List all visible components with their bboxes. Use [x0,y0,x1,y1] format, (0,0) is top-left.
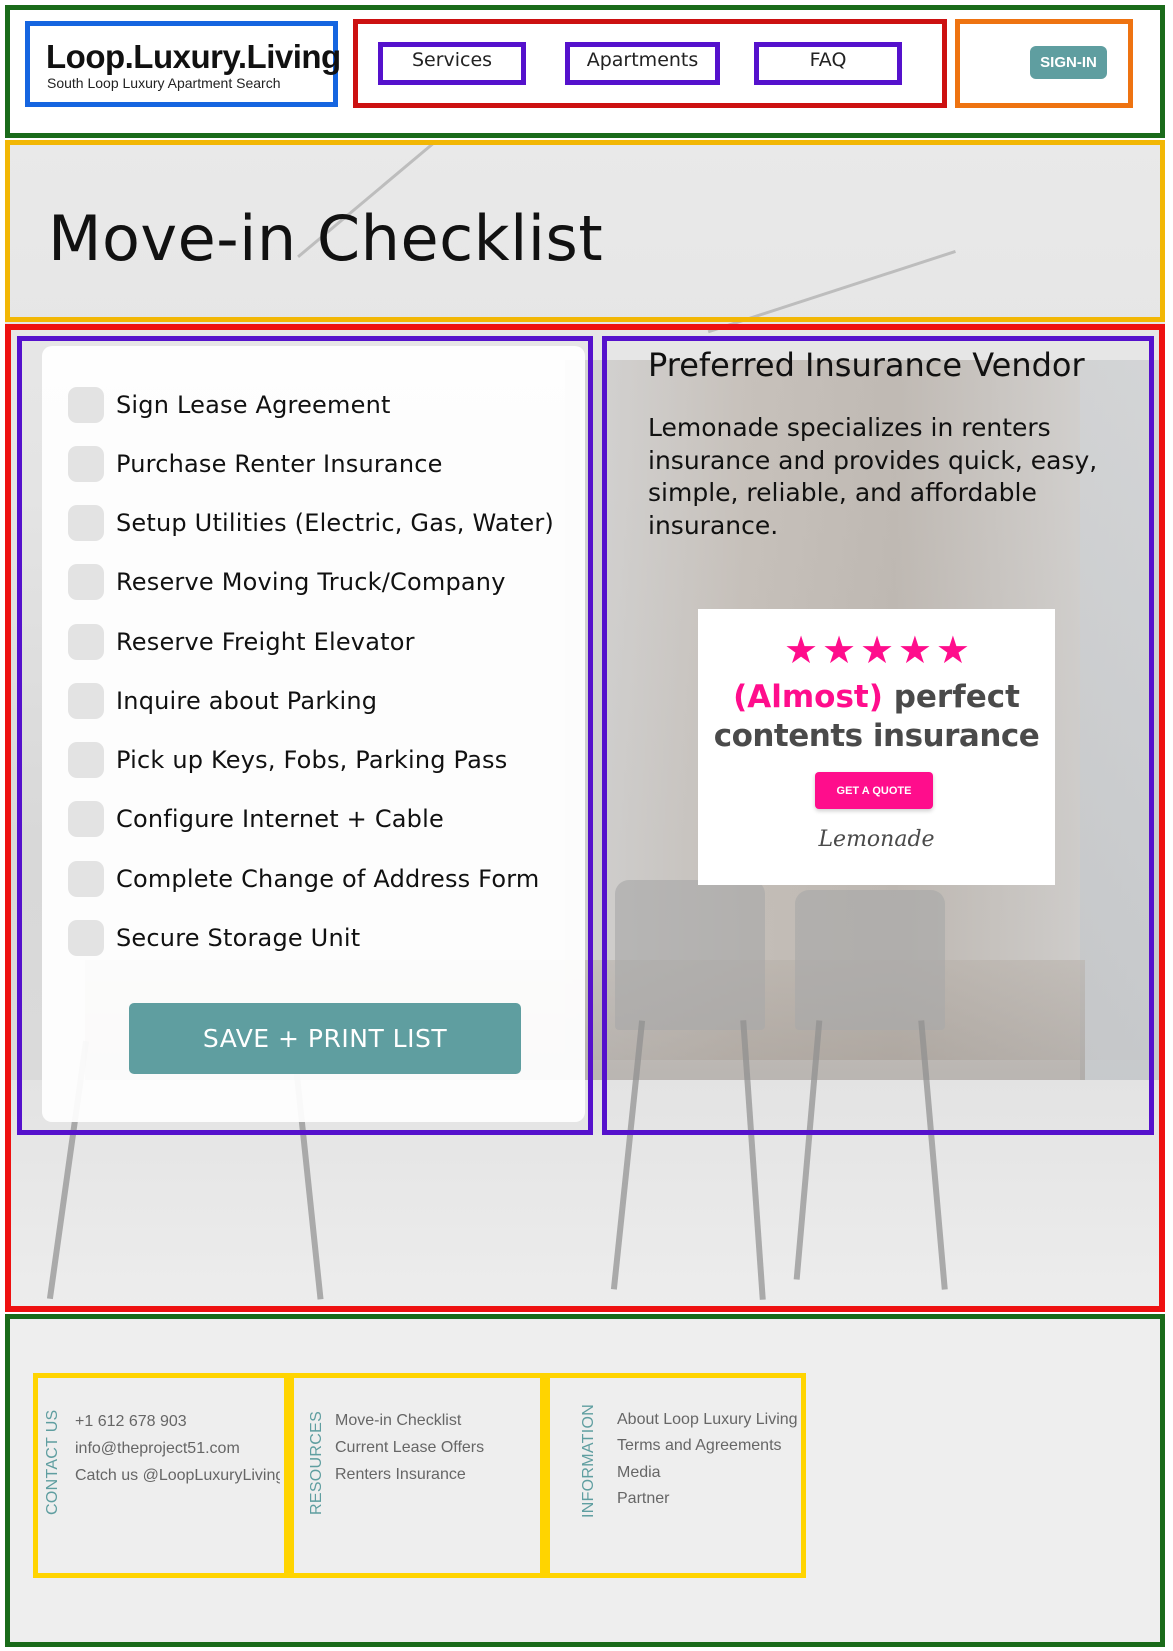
checklist-item-label: Secure Storage Unit [116,924,361,952]
lemonade-logo: Lemonade [818,827,935,852]
get-quote-button[interactable]: GET A QUOTE [815,772,933,809]
star-icon: ★ [821,628,857,672]
ad-headline-rest: perfect [893,679,1020,715]
vendor-title: Preferred Insurance Vendor [648,346,1085,384]
checklist-item[interactable]: Inquire about Parking [68,683,377,719]
checkbox[interactable] [68,387,104,423]
checkbox[interactable] [68,742,104,778]
footer-link-partner[interactable]: Partner [617,1490,669,1508]
footer-resources-heading: RESOURCES [308,1410,325,1515]
footer-information-heading: INFORMATION [580,1403,597,1518]
checklist-item-label: Sign Lease Agreement [116,391,391,419]
checkbox[interactable] [68,683,104,719]
checklist-item[interactable]: Complete Change of Address Form [68,861,539,897]
ad-headline: (Almost) perfect [698,679,1055,715]
star-icon: ★ [897,628,932,672]
footer-resources: RESOURCES Move-in Checklist Current Leas… [289,1373,545,1578]
ad-headline-highlight: (Almost) [733,679,883,715]
checklist-item[interactable]: Sign Lease Agreement [68,387,391,423]
checkbox[interactable] [68,920,104,956]
nav-services[interactable]: Services [378,42,526,85]
checklist-item-label: Pick up Keys, Fobs, Parking Pass [116,746,508,774]
page-title: Move-in Checklist [48,202,604,275]
logo[interactable]: Loop.Luxury.Living South Loop Luxury Apa… [25,21,341,107]
checklist-item-label: Setup Utilities (Electric, Gas, Water) [116,509,554,537]
checkbox[interactable] [68,505,104,541]
checklist-item-label: Complete Change of Address Form [116,865,540,893]
checklist-item[interactable]: Reserve Freight Elevator [68,624,415,660]
star-icon: ★ [935,628,970,672]
logo-subtitle: South Loop Luxury Apartment Search [47,75,281,91]
checklist-item-label: Reserve Freight Elevator [116,628,415,656]
checklist-item[interactable]: Purchase Renter Insurance [68,446,443,482]
lemonade-ad[interactable]: ★ ★ ★ ★ ★ (Almost) perfect contents insu… [698,609,1055,885]
checkbox[interactable] [68,564,104,600]
checklist-item[interactable]: Secure Storage Unit [68,920,360,956]
footer-link-lease-offers[interactable]: Current Lease Offers [335,1439,484,1457]
nav-faq[interactable]: FAQ [754,42,902,85]
signin-area: SIGN-IN [955,19,1133,108]
checkbox[interactable] [68,446,104,482]
checklist-item-label: Purchase Renter Insurance [116,450,443,478]
footer-link-about[interactable]: About Loop Luxury Living [617,1411,798,1429]
checklist-item[interactable]: Configure Internet + Cable [68,801,444,837]
checklist-item-label: Reserve Moving Truck/Company [116,568,506,596]
footer-link-media[interactable]: Media [617,1464,661,1482]
star-icon: ★ [859,628,895,672]
checklist-item-label: Configure Internet + Cable [116,805,444,833]
footer-email[interactable]: info@theproject51.com [75,1440,240,1458]
checkbox[interactable] [68,861,104,897]
footer-link-terms[interactable]: Terms and Agreements [617,1437,782,1455]
footer-link-checklist[interactable]: Move-in Checklist [335,1412,461,1430]
footer-phone[interactable]: +1 612 678 903 [75,1413,187,1431]
vendor-description: Lemonade specializes in renters insuranc… [648,413,1098,540]
logo-title: Loop.Luxury.Living [46,38,341,75]
footer-information: INFORMATION About Loop Luxury Living Ter… [545,1373,806,1578]
checkbox[interactable] [68,624,104,660]
checklist-item-label: Inquire about Parking [116,687,378,715]
footer-link-renters-insurance[interactable]: Renters Insurance [335,1466,466,1484]
ad-headline-line2: contents insurance [713,718,1040,754]
main-nav: Services Apartments FAQ [353,19,947,108]
checklist-item[interactable]: Setup Utilities (Electric, Gas, Water) [68,505,554,541]
title-banner: Move-in Checklist [5,140,1165,322]
checkbox[interactable] [68,801,104,837]
star-icon: ★ [784,628,819,672]
checklist-item[interactable]: Reserve Moving Truck/Company [68,564,506,600]
signin-button[interactable]: SIGN-IN [1030,46,1107,79]
checklist-item[interactable]: Pick up Keys, Fobs, Parking Pass [68,742,507,778]
footer-social[interactable]: Catch us @LoopLuxuryLiving [75,1467,280,1485]
save-print-button[interactable]: SAVE + PRINT LIST [129,1003,521,1074]
rating-stars: ★ ★ ★ ★ ★ [784,628,970,672]
footer-contact: CONTACT US +1 612 678 903 info@theprojec… [33,1373,289,1578]
footer-contact-heading: CONTACT US [44,1409,61,1515]
nav-apartments[interactable]: Apartments [565,42,720,85]
